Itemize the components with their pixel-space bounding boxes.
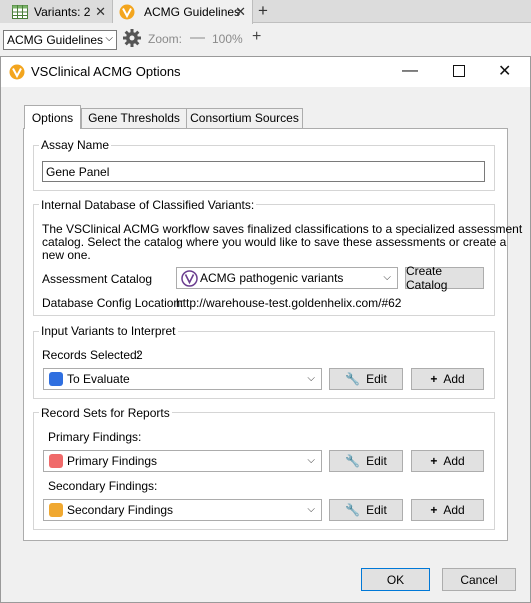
secondary-findings-select[interactable]: Secondary Findings ⌵ bbox=[43, 499, 322, 521]
wrench-icon: 🔧 bbox=[345, 454, 361, 468]
assessment-catalog-label: Assessment Catalog bbox=[42, 272, 153, 286]
add-button[interactable]: + Add bbox=[411, 499, 484, 521]
catalog-description-line: new one. bbox=[42, 248, 91, 262]
primary-findings-label: Primary Findings: bbox=[48, 430, 142, 444]
chevron-down-icon: ⌵ bbox=[105, 33, 113, 44]
chevron-down-icon: ⌵ bbox=[307, 455, 315, 466]
add-button[interactable]: + Add bbox=[411, 368, 484, 390]
add-label: Add bbox=[443, 454, 465, 468]
primary-findings-value: Primary Findings bbox=[67, 454, 158, 468]
records-selected-value: 2 bbox=[136, 348, 143, 362]
assessment-catalog-value: ACMG pathogenic variants bbox=[200, 271, 344, 285]
catalog-description-line: The VSClinical ACMG workflow saves final… bbox=[42, 222, 523, 236]
edit-button[interactable]: 🔧 Edit bbox=[329, 368, 403, 390]
vs-logo-icon bbox=[9, 64, 25, 80]
assessment-catalog-select[interactable]: ACMG pathogenic variants ⌵ bbox=[176, 267, 398, 289]
view-select-value: ACMG Guidelines bbox=[7, 33, 104, 47]
group-title: Record Sets for Reports bbox=[39, 406, 172, 420]
gear-icon[interactable] bbox=[122, 28, 142, 48]
window-tab-acmg[interactable]: ACMG Guidelines ✕ bbox=[113, 0, 253, 24]
input-variants-value: To Evaluate bbox=[67, 372, 130, 386]
plus-icon: + bbox=[430, 503, 438, 517]
catalog-description-line: catalog. Select the catalog where you wo… bbox=[42, 235, 507, 249]
color-swatch bbox=[49, 503, 63, 517]
zoom-in-icon[interactable]: + bbox=[252, 28, 261, 46]
edit-label: Edit bbox=[366, 372, 387, 386]
chevron-down-icon: ⌵ bbox=[383, 272, 391, 283]
vs-logo-icon bbox=[119, 4, 135, 20]
view-select[interactable]: ACMG Guidelines ⌵ bbox=[3, 30, 117, 50]
create-catalog-button[interactable]: Create Catalog bbox=[405, 264, 484, 292]
tab-options[interactable]: Options bbox=[24, 105, 81, 129]
edit-button[interactable]: 🔧 Edit bbox=[329, 450, 403, 472]
chevron-down-icon: ⌵ bbox=[307, 504, 315, 515]
records-selected-label: Records Selected: bbox=[42, 348, 141, 362]
edit-label: Edit bbox=[366, 454, 387, 468]
vs-catalog-icon bbox=[181, 270, 198, 287]
dialog-title: VSClinical ACMG Options bbox=[31, 64, 181, 79]
window-tab-strip: Variants: 2 ✕ ACMG Guidelines ✕ + bbox=[0, 0, 531, 24]
assay-name-value: Gene Panel bbox=[46, 165, 110, 179]
add-button[interactable]: + Add bbox=[411, 450, 484, 472]
edit-label: Edit bbox=[366, 503, 387, 517]
zoom-label: Zoom: bbox=[148, 32, 183, 46]
maximize-icon[interactable] bbox=[453, 65, 465, 77]
close-icon[interactable]: ✕ bbox=[498, 61, 511, 81]
group-title: Input Variants to Interpret bbox=[39, 324, 178, 338]
close-icon[interactable]: ✕ bbox=[95, 4, 106, 20]
group-title: Assay Name bbox=[39, 138, 112, 152]
table-icon bbox=[12, 4, 28, 19]
input-variants-select[interactable]: To Evaluate ⌵ bbox=[43, 368, 322, 390]
add-label: Add bbox=[443, 503, 465, 517]
cancel-button[interactable]: Cancel bbox=[442, 568, 516, 591]
secondary-findings-label: Secondary Findings: bbox=[48, 479, 158, 493]
add-tab-icon[interactable]: + bbox=[258, 1, 268, 21]
chevron-down-icon: ⌵ bbox=[307, 373, 315, 384]
config-location-label: Database Config Location: bbox=[42, 296, 184, 310]
add-label: Add bbox=[443, 372, 465, 386]
zoom-value: 100% bbox=[212, 32, 243, 46]
color-swatch bbox=[49, 454, 63, 468]
secondary-findings-value: Secondary Findings bbox=[67, 503, 174, 517]
assay-name-input[interactable]: Gene Panel bbox=[42, 161, 485, 182]
config-location-value: http://warehouse-test.goldenhelix.com/#6… bbox=[176, 296, 402, 310]
plus-icon: + bbox=[430, 372, 438, 386]
wrench-icon: 🔧 bbox=[345, 372, 361, 386]
plus-icon: + bbox=[430, 454, 438, 468]
window-tab-label: Variants: 2 bbox=[34, 4, 91, 19]
tab-consortium-sources[interactable]: Consortium Sources bbox=[186, 108, 303, 128]
window-tab-label: ACMG Guidelines bbox=[144, 5, 241, 19]
close-icon[interactable]: ✕ bbox=[235, 4, 246, 20]
edit-button[interactable]: 🔧 Edit bbox=[329, 499, 403, 521]
zoom-out-icon[interactable]: — bbox=[190, 29, 205, 46]
primary-findings-select[interactable]: Primary Findings ⌵ bbox=[43, 450, 322, 472]
window-tab-variants[interactable]: Variants: 2 ✕ bbox=[0, 0, 113, 23]
wrench-icon: 🔧 bbox=[345, 503, 361, 517]
tab-gene-thresholds[interactable]: Gene Thresholds bbox=[81, 108, 187, 128]
minimize-icon[interactable]: — bbox=[402, 62, 418, 80]
color-swatch bbox=[49, 372, 63, 386]
ok-button[interactable]: OK bbox=[361, 568, 430, 591]
group-title: Internal Database of Classified Variants… bbox=[39, 198, 257, 212]
